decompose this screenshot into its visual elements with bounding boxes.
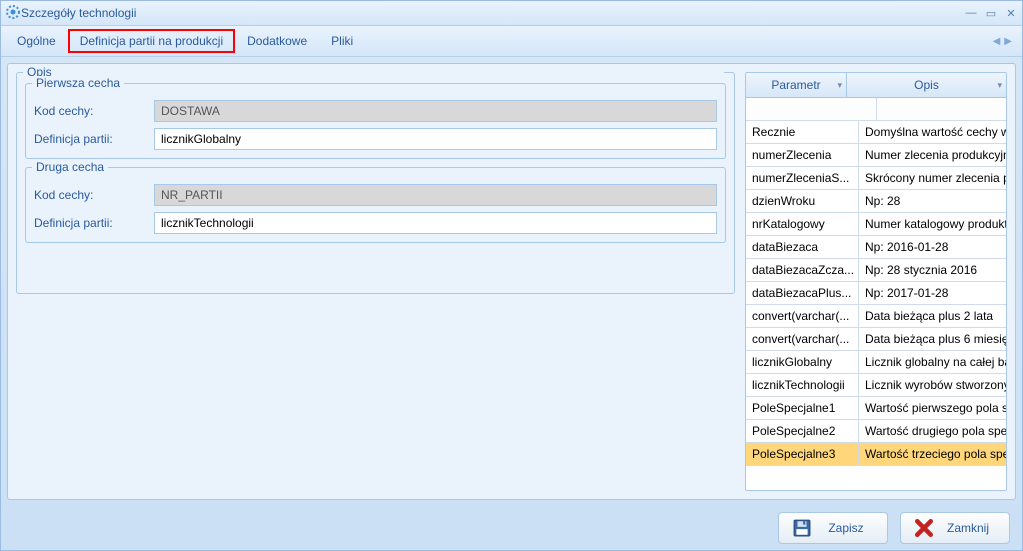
param-cell: Recznie xyxy=(746,121,859,143)
save-button[interactable]: Zapisz xyxy=(778,512,888,544)
param-cell: dataBiezacaPlus... xyxy=(746,282,859,304)
grid-body[interactable]: RecznieDomyślna wartość cechy wpro...num… xyxy=(746,121,1006,490)
opis-cell: Np: 2016-01-28 xyxy=(859,236,1006,258)
maximize-icon[interactable]: ▭ xyxy=(984,6,998,20)
content-area: Opis Pierwsza cecha Kod cechy: Definicja… xyxy=(7,63,1016,500)
opis-cell: Np: 28 stycznia 2016 xyxy=(859,259,1006,281)
opis-cell: Data bieżąca plus 2 lata xyxy=(859,305,1006,327)
table-row[interactable]: licznikGlobalnyLicznik globalny na całej… xyxy=(746,351,1006,374)
table-row[interactable]: PoleSpecjalne3Wartość trzeciego pola spe… xyxy=(746,443,1006,466)
left-pane: Opis Pierwsza cecha Kod cechy: Definicja… xyxy=(16,72,735,491)
next-tab-icon[interactable]: ▶ xyxy=(1004,36,1012,47)
param-cell: PoleSpecjalne2 xyxy=(746,420,859,442)
opis-cell: Numer katalogowy produktu xyxy=(859,213,1006,235)
opis-cell: Wartość pierwszego pola specj... xyxy=(859,397,1006,419)
filter-icon[interactable]: ▾ xyxy=(997,80,1002,91)
param-cell: PoleSpecjalne1 xyxy=(746,397,859,419)
grid-header: Parametr ▾ Opis ▾ xyxy=(746,73,1006,98)
opis-cell: Numer zlecenia produkcyjnego xyxy=(859,144,1006,166)
table-row[interactable]: dataBiezacaNp: 2016-01-28 xyxy=(746,236,1006,259)
druga-legend: Druga cecha xyxy=(32,160,108,174)
pierwsza-cecha-group: Pierwsza cecha Kod cechy: Definicja part… xyxy=(25,83,726,159)
cross-icon xyxy=(915,519,933,537)
opis-cell: Np: 28 xyxy=(859,190,1006,212)
app-icon xyxy=(5,4,21,23)
floppy-icon xyxy=(793,519,811,537)
footer: Zapisz Zamknij xyxy=(1,506,1022,550)
druga-kod-input xyxy=(154,184,717,206)
title-bar: Szczegóły technologii — ▭ ✕ xyxy=(1,1,1022,26)
param-cell: dataBiezacaZcza... xyxy=(746,259,859,281)
table-row[interactable]: dataBiezacaZcza...Np: 28 stycznia 2016 xyxy=(746,259,1006,282)
opis-cell: Np: 2017-01-28 xyxy=(859,282,1006,304)
tab-pliki[interactable]: Pliki xyxy=(319,29,365,53)
close-icon[interactable]: ✕ xyxy=(1004,6,1018,20)
grid-filter-row[interactable] xyxy=(746,98,1006,121)
pierwsza-def-label: Definicja partii: xyxy=(34,132,154,146)
table-row[interactable]: convert(varchar(...Data bieżąca plus 2 l… xyxy=(746,305,1006,328)
druga-def-label: Definicja partii: xyxy=(34,216,154,230)
pierwsza-kod-input xyxy=(154,100,717,122)
minimize-icon[interactable]: — xyxy=(964,6,978,20)
table-row[interactable]: convert(varchar(...Data bieżąca plus 6 m… xyxy=(746,328,1006,351)
param-cell: nrKatalogowy xyxy=(746,213,859,235)
grid-header-parametr[interactable]: Parametr ▾ xyxy=(746,73,847,97)
save-button-label: Zapisz xyxy=(819,521,873,535)
table-row[interactable]: RecznieDomyślna wartość cechy wpro... xyxy=(746,121,1006,144)
tabs-bar: Ogólne Definicja partii na produkcji Dod… xyxy=(1,26,1022,57)
opis-group: Opis Pierwsza cecha Kod cechy: Definicja… xyxy=(16,72,735,294)
pierwsza-kod-label: Kod cechy: xyxy=(34,104,154,118)
param-cell: dzienWroku xyxy=(746,190,859,212)
tab-scroll-arrows: ◀ ▶ xyxy=(993,36,1018,47)
pierwsza-def-input[interactable] xyxy=(154,128,717,150)
param-cell: numerZleceniaS... xyxy=(746,167,859,189)
pierwsza-legend: Pierwsza cecha xyxy=(32,76,124,90)
druga-kod-label: Kod cechy: xyxy=(34,188,154,202)
druga-cecha-group: Druga cecha Kod cechy: Definicja partii: xyxy=(25,167,726,243)
table-row[interactable]: PoleSpecjalne2Wartość drugiego pola spec… xyxy=(746,420,1006,443)
window-title: Szczegóły technologii xyxy=(21,6,964,20)
parameters-grid: Parametr ▾ Opis ▾ RecznieDomyślna wartoś… xyxy=(745,72,1007,491)
tab-ogolne[interactable]: Ogólne xyxy=(5,29,68,53)
param-cell: licznikGlobalny xyxy=(746,351,859,373)
table-row[interactable]: licznikTechnologiiLicznik wyrobów stworz… xyxy=(746,374,1006,397)
param-cell: dataBiezaca xyxy=(746,236,859,258)
param-cell: convert(varchar(... xyxy=(746,305,859,327)
table-row[interactable]: numerZleceniaS...Skrócony numer zlecenia… xyxy=(746,167,1006,190)
table-row[interactable]: PoleSpecjalne1Wartość pierwszego pola sp… xyxy=(746,397,1006,420)
table-row[interactable]: nrKatalogowyNumer katalogowy produktu xyxy=(746,213,1006,236)
param-cell: numerZlecenia xyxy=(746,144,859,166)
header-parametr-label: Parametr xyxy=(771,78,820,92)
table-row[interactable]: dataBiezacaPlus...Np: 2017-01-28 xyxy=(746,282,1006,305)
close-button-label: Zamknij xyxy=(941,521,995,535)
param-cell: convert(varchar(... xyxy=(746,328,859,350)
opis-cell: Data bieżąca plus 6 miesięcy xyxy=(859,328,1006,350)
opis-cell: Skrócony numer zlecenia prod... xyxy=(859,167,1006,189)
opis-cell: Licznik globalny na całej bazie xyxy=(859,351,1006,373)
opis-cell: Domyślna wartość cechy wpro... xyxy=(859,121,1006,143)
opis-cell: Wartość trzeciego pola specjal... xyxy=(859,443,1006,465)
param-cell: licznikTechnologii xyxy=(746,374,859,396)
table-row[interactable]: dzienWrokuNp: 28 xyxy=(746,190,1006,213)
druga-def-input[interactable] xyxy=(154,212,717,234)
table-row[interactable]: numerZleceniaNumer zlecenia produkcyjneg… xyxy=(746,144,1006,167)
opis-cell: Licznik wyrobów stworzony z t... xyxy=(859,374,1006,396)
param-cell: PoleSpecjalne3 xyxy=(746,443,859,465)
tab-definicja-partii[interactable]: Definicja partii na produkcji xyxy=(68,29,235,53)
prev-tab-icon[interactable]: ◀ xyxy=(993,36,1001,47)
grid-header-opis[interactable]: Opis ▾ xyxy=(847,73,1006,97)
tab-dodatkowe[interactable]: Dodatkowe xyxy=(235,29,319,53)
header-opis-label: Opis xyxy=(914,78,939,92)
filter-icon[interactable]: ▾ xyxy=(837,80,842,91)
window-controls: — ▭ ✕ xyxy=(964,6,1018,20)
close-button[interactable]: Zamknij xyxy=(900,512,1010,544)
opis-cell: Wartość drugiego pola specjal... xyxy=(859,420,1006,442)
opis-legend: Opis xyxy=(23,65,724,79)
window: Szczegóły technologii — ▭ ✕ Ogólne Defin… xyxy=(0,0,1023,551)
